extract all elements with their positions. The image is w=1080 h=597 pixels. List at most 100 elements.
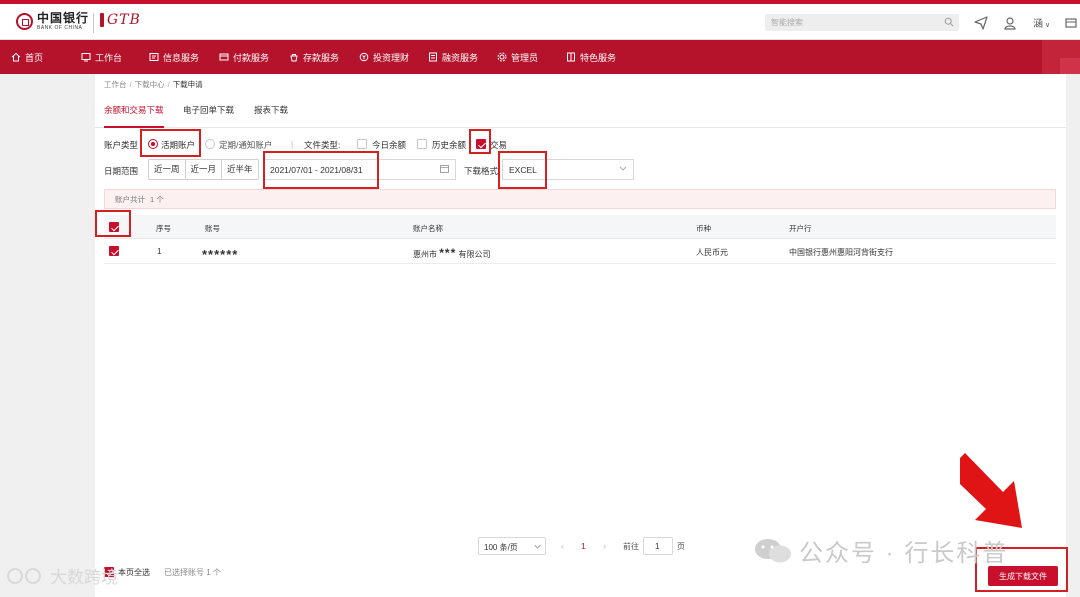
- tab-divider: [95, 127, 1066, 128]
- selected-count: 已选择账号 1 个: [164, 568, 221, 577]
- generate-download-file-button[interactable]: 生成下载文件: [988, 566, 1058, 586]
- deposit-icon: [290, 54, 298, 62]
- nav-item-finance[interactable]: 融资服务: [428, 40, 478, 74]
- watermark: 公众号 · 行长科普: [753, 533, 1008, 568]
- breadcrumb: 工作台 / 下载中心 / 下载申请: [104, 80, 203, 89]
- user-name: 涵: [1033, 19, 1043, 30]
- logo-divider: [93, 13, 94, 33]
- boc-logo-icon: [16, 13, 33, 30]
- account-summary-bar: 账户共计 1 个: [104, 189, 1056, 209]
- send-icon[interactable]: [974, 16, 988, 30]
- next-page-button[interactable]: ›: [603, 541, 606, 551]
- table-row[interactable]: 1 ****** 惠州市 *** 有限公司 人民币元 中国银行惠州惠阳河背街支行: [104, 240, 1056, 264]
- row-index: 1: [157, 247, 162, 256]
- nav-item-workbench[interactable]: 工作台: [81, 40, 122, 74]
- bank-name-cn: 中国银行: [37, 11, 90, 25]
- breadcrumb-current: 下载申请: [172, 80, 203, 89]
- expand-icon[interactable]: [1064, 16, 1078, 30]
- download-format-value: EXCEL: [509, 165, 537, 175]
- goto-page-input[interactable]: 1: [643, 537, 673, 555]
- nav-label: 管理员: [511, 52, 539, 63]
- file-type-label: 文件类型:: [304, 140, 341, 150]
- nav-decoration: [1060, 58, 1080, 74]
- nav-label: 融资服务: [442, 52, 479, 63]
- gtb-logo: GTB: [100, 12, 141, 28]
- tab-e-receipt[interactable]: 电子回单下载: [183, 104, 234, 116]
- nav-label: 首页: [25, 52, 44, 63]
- tab-balance-and-transactions[interactable]: 余额和交易下载: [104, 104, 164, 116]
- checkbox-transactions[interactable]: [476, 139, 486, 149]
- right-gutter: [1066, 74, 1080, 597]
- prev-page-button[interactable]: ‹: [561, 541, 564, 551]
- user-badge-icon[interactable]: [1003, 16, 1017, 30]
- chevron-down-icon: ∨: [1045, 22, 1051, 29]
- account-name-mask: ***: [439, 246, 457, 260]
- summary-label: 账户共计: [115, 195, 145, 204]
- date-last-week-button[interactable]: 近一周: [149, 160, 186, 179]
- boc-logo[interactable]: 中国银行 BANK OF CHINA: [16, 12, 89, 31]
- checkbox-today-balance-label[interactable]: 今日余额: [372, 139, 406, 151]
- select-all-checkbox[interactable]: [109, 222, 119, 232]
- breadcrumb-item[interactable]: 工作台: [104, 80, 127, 89]
- invest-icon: [359, 52, 369, 62]
- radio-demand-account-label[interactable]: 活期账户: [161, 139, 195, 151]
- current-page[interactable]: 1: [581, 541, 586, 551]
- user-menu[interactable]: 涵 ∨: [1033, 15, 1050, 30]
- checkbox-transactions-label[interactable]: 交易: [490, 139, 507, 151]
- radio-time-deposit-label[interactable]: 定期/通知账户: [219, 139, 272, 151]
- radio-demand-account[interactable]: [148, 139, 158, 149]
- col-bank: 开户行: [789, 224, 812, 233]
- nav-label: 投资理财: [373, 52, 410, 63]
- breadcrumb-item[interactable]: 下载中心: [135, 80, 165, 89]
- select-page-all-label[interactable]: 本页全选: [118, 567, 150, 578]
- search-box: [765, 14, 959, 31]
- col-account-no: 账号: [205, 224, 220, 233]
- nav-item-info[interactable]: 信息服务: [149, 40, 199, 74]
- nav-item-payment[interactable]: 付款服务: [219, 40, 269, 74]
- special-icon: [567, 52, 575, 62]
- nav-item-invest[interactable]: 投资理财: [359, 40, 409, 74]
- download-format-select[interactable]: EXCEL: [502, 159, 634, 180]
- nav-label: 信息服务: [163, 52, 200, 63]
- tab-reports[interactable]: 报表下载: [254, 104, 288, 116]
- nav-item-special[interactable]: 特色服务: [566, 40, 616, 74]
- nav-label: 付款服务: [233, 52, 270, 63]
- search-icon[interactable]: [944, 17, 954, 27]
- filter-separator: |: [291, 139, 294, 149]
- checkbox-history-balance[interactable]: [417, 139, 427, 149]
- goto-label: 前往: [623, 542, 639, 551]
- watermark: 大数跨境: [6, 563, 118, 588]
- brand-icon: [7, 567, 41, 584]
- header: 中国银行 BANK OF CHINA GTB 涵∨: [0, 4, 1080, 40]
- checkbox-history-balance-label[interactable]: 历史余额: [432, 139, 466, 151]
- content-panel: [95, 74, 1066, 597]
- active-tab-indicator: [104, 126, 164, 128]
- info-icon: [149, 53, 159, 61]
- nav-item-home[interactable]: 首页: [11, 40, 43, 74]
- date-last-half-year-button[interactable]: 近半年: [222, 160, 258, 179]
- col-index: 序号: [156, 224, 171, 233]
- row-checkbox[interactable]: [109, 246, 119, 256]
- row-currency: 人民币元: [696, 248, 728, 257]
- date-last-month-button[interactable]: 近一月: [186, 160, 223, 179]
- chevron-down-icon: [534, 544, 541, 549]
- nav-label: 工作台: [95, 52, 123, 63]
- nav-label: 存款服务: [303, 52, 340, 63]
- page-suffix: 页: [677, 542, 685, 551]
- nav-item-admin[interactable]: 管理员: [497, 40, 538, 74]
- calendar-icon[interactable]: [440, 164, 449, 173]
- goto-page-value: 1: [655, 542, 660, 551]
- page-size-select[interactable]: 100 条/页: [478, 537, 546, 555]
- radio-time-deposit-account[interactable]: [205, 139, 215, 149]
- date-range-value: 2021/07/01 - 2021/08/31: [270, 165, 363, 175]
- wechat-icon: [755, 538, 791, 562]
- checkbox-today-balance[interactable]: [357, 139, 367, 149]
- gtb-mark-icon: [100, 13, 104, 27]
- chevron-down-icon: [619, 166, 627, 171]
- row-bank: 中国银行惠州惠阳河背街支行: [789, 248, 893, 257]
- nav-item-deposit[interactable]: 存款服务: [289, 40, 339, 74]
- date-range-picker[interactable]: 2021/07/01 - 2021/08/31: [264, 159, 456, 180]
- row-account-name: 惠州市 *** 有限公司: [413, 246, 490, 260]
- summary-count: 1 个: [150, 195, 164, 204]
- search-input[interactable]: [765, 14, 935, 31]
